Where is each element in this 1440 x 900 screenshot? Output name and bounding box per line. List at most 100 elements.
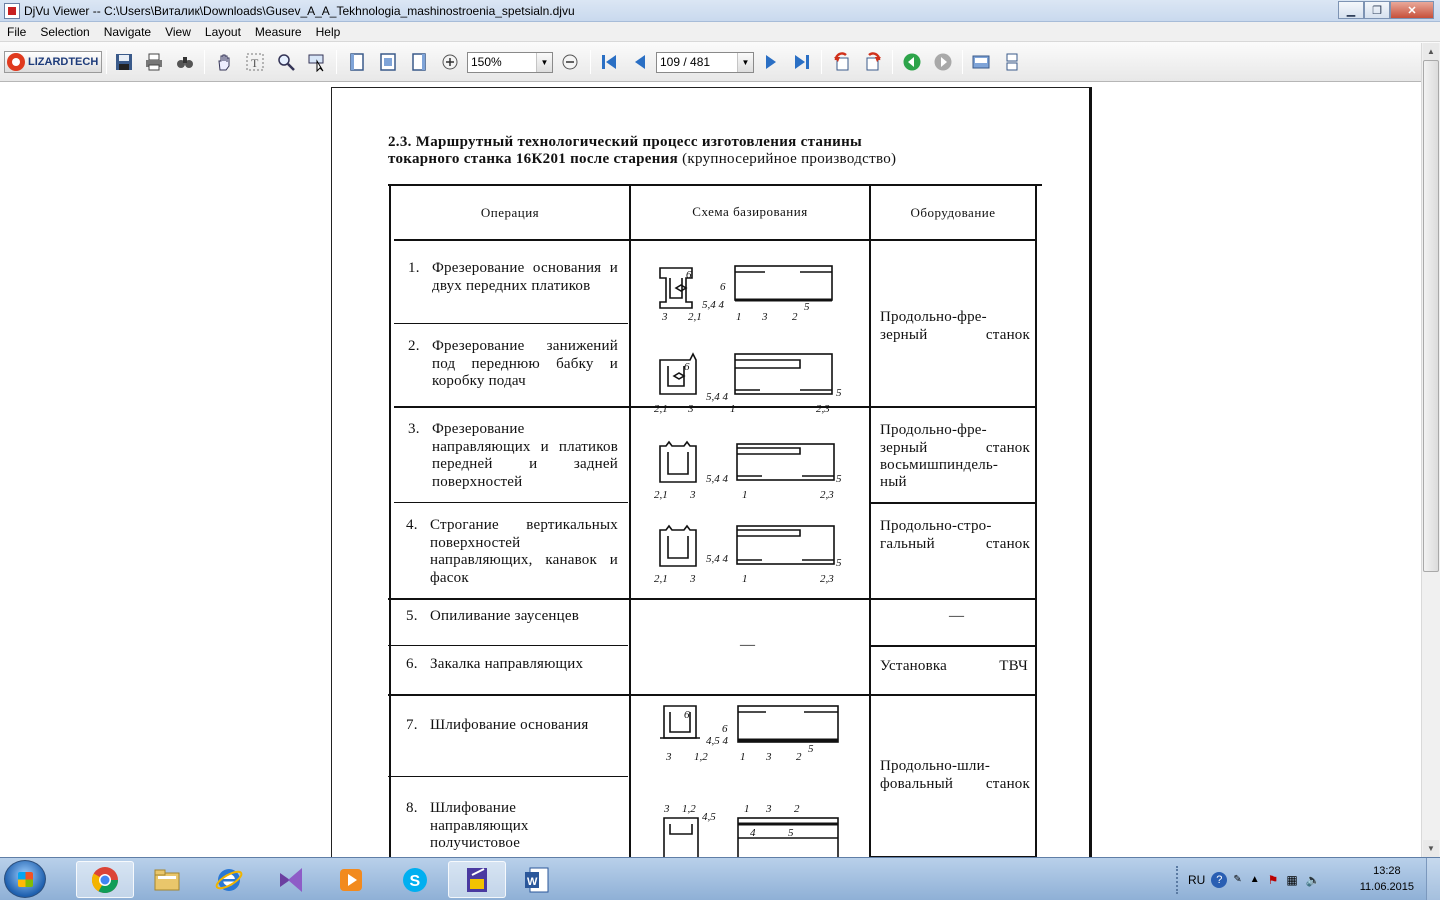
back-icon[interactable] (901, 51, 923, 73)
menu-file[interactable]: File (0, 22, 33, 42)
fit-page-icon[interactable] (377, 51, 399, 73)
operation-text: Фрезерование направляющих и платиков пер… (432, 421, 618, 490)
scheme-label: 5,4 4 (706, 391, 729, 403)
show-desktop-button[interactable] (1426, 858, 1440, 900)
volume-icon[interactable]: 🔈 (1306, 873, 1321, 887)
clock[interactable]: 13:28 11.06.2015 (1360, 863, 1414, 895)
djvu-app-icon (4, 3, 20, 19)
taskbar-skype[interactable]: S (386, 861, 444, 898)
show-hidden-icons-icon[interactable]: ▲ (1250, 874, 1260, 885)
text-select-icon[interactable]: T (244, 51, 266, 73)
region-select-icon[interactable] (306, 51, 328, 73)
scheme-2-drawing: 6 5,4 4 2,1 3 1 2,3 5 (654, 352, 842, 414)
menu-view[interactable]: View (158, 22, 198, 42)
scheme-label: 6 (686, 269, 692, 281)
toolbar-separator (336, 50, 337, 74)
chevron-down-icon[interactable]: ▼ (737, 53, 753, 72)
hand-tool-icon[interactable] (213, 51, 235, 73)
menu-navigate[interactable]: Navigate (97, 22, 158, 42)
rotate-left-icon[interactable] (831, 51, 853, 73)
continuous-view-icon[interactable] (1001, 51, 1023, 73)
scheme-label: 6 (684, 709, 690, 721)
taskbar-visual-studio[interactable] (262, 861, 320, 898)
table-right-border (1035, 185, 1037, 857)
scheme-label: 2,1 (654, 403, 668, 414)
menu-measure[interactable]: Measure (248, 22, 309, 42)
operation-text: Шлифование основания (430, 717, 589, 733)
scheme-label: 2,3 (820, 489, 834, 501)
taskbar-internet-explorer[interactable] (200, 861, 258, 898)
operation-text: Строгание вертикальных поверхностей напр… (430, 517, 618, 586)
equipment-line: гальный станок (880, 536, 1030, 552)
operation-number: 3. (408, 421, 420, 437)
taskbar-djvu-viewer[interactable] (448, 861, 506, 898)
scheme-label: 5,4 4 (706, 473, 729, 485)
zoom-tool-icon[interactable] (275, 51, 297, 73)
action-center-icon[interactable]: ⚑ (1268, 873, 1279, 887)
zoom-combo[interactable]: 150% ▼ (467, 52, 553, 73)
menu-help[interactable]: Help (309, 22, 348, 42)
scheme-label: 5 (836, 387, 842, 399)
help-icon[interactable]: ? (1211, 871, 1228, 888)
toolbar-separator (962, 50, 963, 74)
row-divider (388, 645, 628, 646)
maximize-button[interactable]: ❐ (1364, 1, 1390, 19)
language-indicator[interactable]: RU (1188, 873, 1205, 887)
page-value[interactable]: 109 / 481 (660, 55, 710, 69)
scrollbar-thumb[interactable] (1423, 60, 1439, 572)
operation-number: 2. (408, 338, 420, 354)
page-combo[interactable]: 109 / 481 ▼ (656, 52, 754, 73)
last-page-icon[interactable] (791, 51, 813, 73)
previous-page-icon[interactable] (629, 51, 651, 73)
start-button[interactable] (4, 860, 46, 898)
svg-text:T: T (251, 56, 259, 70)
equipment-4: — (949, 608, 964, 624)
fit-width-icon[interactable] (408, 51, 430, 73)
network-icon[interactable]: ▦ (1286, 873, 1297, 887)
scroll-down-icon[interactable]: ▼ (1423, 840, 1439, 857)
find-binoculars-icon[interactable] (174, 51, 196, 73)
vertical-scrollbar[interactable]: ▲ ▼ (1421, 43, 1440, 857)
taskbar-word[interactable]: W (508, 861, 566, 898)
lizardtech-logo[interactable]: LIZARDTECH (4, 51, 102, 73)
scheme-label: 1 (744, 803, 750, 815)
taskbar-explorer[interactable] (138, 861, 196, 898)
taskbar-media-player[interactable] (322, 861, 380, 898)
folder-icon (154, 869, 180, 890)
scroll-up-icon[interactable]: ▲ (1423, 43, 1439, 60)
minimize-button[interactable]: ▁ (1338, 1, 1364, 19)
print-icon[interactable] (143, 51, 165, 73)
row-divider (871, 502, 1035, 504)
zoom-value[interactable]: 150% (471, 55, 502, 69)
next-page-icon[interactable] (760, 51, 782, 73)
scheme-label: 2,3 (816, 403, 830, 414)
chevron-down-icon[interactable]: ▼ (536, 53, 552, 72)
single-page-icon[interactable] (346, 51, 368, 73)
first-page-icon[interactable] (598, 51, 620, 73)
menu-layout[interactable]: Layout (198, 22, 248, 42)
thumbnails-icon[interactable] (970, 51, 992, 73)
equipment-line: фовальный станок (880, 776, 1030, 792)
menu-selection[interactable]: Selection (33, 22, 96, 42)
operation-6: 6. Закалка направляющих (406, 656, 616, 674)
zoom-out-icon[interactable] (559, 51, 581, 73)
scheme-label: 2,1 (688, 311, 702, 323)
close-button[interactable]: ✕ (1390, 1, 1434, 19)
document-viewer[interactable]: 2.3. Маршрутный технологический процесс … (0, 83, 1421, 857)
zoom-in-icon[interactable] (439, 51, 461, 73)
operation-8: 8. Шлифование направляющих получистовое (406, 800, 616, 853)
equipment-line: Продольно-фре- (880, 422, 987, 438)
operation-text: Фрезерование занижений под переднюю бабк… (432, 338, 618, 389)
menu-bar: File Selection Navigate View Layout Meas… (0, 22, 1440, 42)
djvu-page: 2.3. Маршрутный технологический процесс … (331, 87, 1092, 857)
forward-icon[interactable] (932, 51, 954, 73)
row-divider (388, 694, 1036, 696)
rotate-right-icon[interactable] (862, 51, 884, 73)
pen-input-icon[interactable]: ✎ (1233, 874, 1241, 885)
title-bar: DjVu Viewer -- C:\Users\Виталик\Download… (0, 0, 1440, 22)
taskbar-chrome[interactable] (76, 861, 134, 898)
operation-4: 4. Строгание вертикальных поверхностей на… (406, 517, 618, 587)
operation-number: 1. (408, 260, 420, 276)
scheme-label: 3 (689, 489, 696, 501)
save-icon[interactable] (113, 51, 135, 73)
